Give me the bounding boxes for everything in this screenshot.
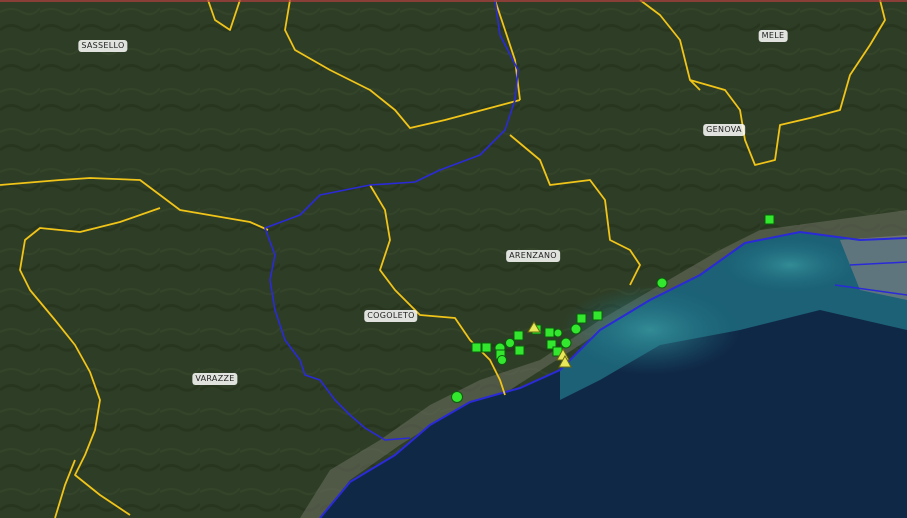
square-marker — [576, 313, 587, 324]
circle-marker — [553, 328, 563, 338]
circle-marker — [497, 355, 507, 365]
square-marker — [592, 310, 603, 321]
circle-marker — [505, 338, 515, 348]
square-marker — [471, 342, 482, 353]
square-marker — [513, 330, 524, 341]
place-label-cogoleto: COGOLETO — [364, 310, 418, 322]
circle-marker — [570, 323, 582, 335]
square-marker — [514, 345, 525, 356]
place-label-sassello: SASSELLO — [78, 40, 128, 52]
place-label-genova: GENOVA — [703, 124, 745, 136]
place-label-arenzano: ARENZANO — [506, 250, 560, 262]
place-label-varazze: VARAZZE — [192, 373, 238, 385]
square-marker — [764, 214, 775, 225]
map-canvas — [0, 0, 907, 518]
circle-marker — [656, 277, 668, 289]
circle-marker — [451, 391, 463, 403]
place-label-mele: MELE — [758, 30, 788, 42]
satellite-map[interactable]: SASSELLO MELE GENOVA ARENZANO COGOLETO V… — [0, 0, 907, 518]
square-marker — [544, 327, 555, 338]
square-marker — [481, 342, 492, 353]
